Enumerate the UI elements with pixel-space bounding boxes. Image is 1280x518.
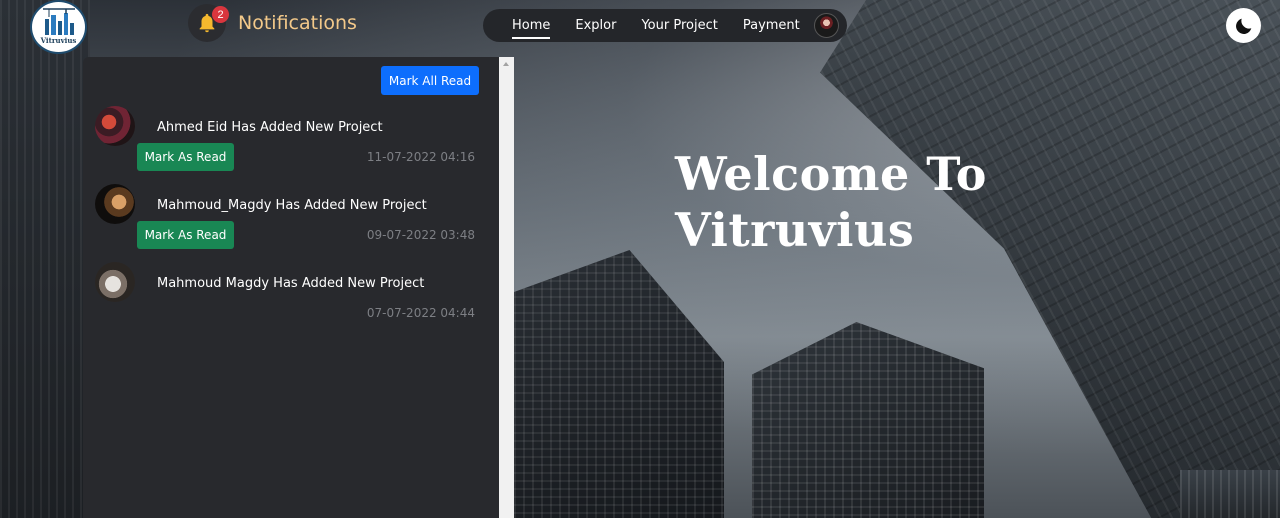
notification-text: Ahmed Eid Has Added New Project: [157, 120, 383, 135]
notifications-bell-button[interactable]: 2: [188, 4, 229, 42]
hero-line-2: Vitruvius: [675, 203, 915, 257]
avatar: [95, 106, 135, 146]
notification-date: 07-07-2022 04:44: [366, 306, 475, 320]
notifications-title: Notifications: [238, 12, 357, 34]
notification-text: Mahmoud Magdy Has Added New Project: [157, 276, 425, 291]
dark-mode-toggle[interactable]: [1226, 8, 1261, 43]
nav-home[interactable]: Home: [512, 16, 551, 39]
building-left: [0, 0, 90, 518]
mark-as-read-button[interactable]: Mark As Read: [137, 221, 234, 249]
user-avatar[interactable]: [813, 13, 839, 38]
nav-payment[interactable]: Payment: [743, 16, 800, 36]
nav-your-project[interactable]: Your Project: [641, 16, 717, 36]
notification-count-badge: 2: [212, 6, 229, 23]
notification-item[interactable]: Mahmoud Magdy Has Added New Project 07-0…: [95, 262, 485, 334]
main-navigation: Home Explor Your Project Payment: [483, 9, 847, 42]
hero-line-1: Welcome To: [675, 147, 987, 201]
notifications-panel: Mark All Read Ahmed Eid Has Added New Pr…: [83, 57, 514, 518]
notifications-header: 2 Notifications: [188, 4, 357, 42]
hero-heading: Welcome To Vitruvius: [675, 146, 987, 258]
mark-as-read-button[interactable]: Mark As Read: [137, 143, 234, 171]
notification-item[interactable]: Ahmed Eid Has Added New Project Mark As …: [95, 106, 485, 178]
logo-text: Vitruvius: [40, 36, 77, 45]
site-logo[interactable]: Vitruvius: [30, 0, 87, 54]
moon-icon: [1235, 18, 1251, 34]
mark-all-read-button[interactable]: Mark All Read: [381, 66, 479, 95]
notification-item[interactable]: Mahmoud_Magdy Has Added New Project Mark…: [95, 184, 485, 256]
scroll-up-arrow-icon[interactable]: [503, 62, 509, 66]
crane-logo-icon: [42, 8, 75, 35]
building-center-left: [514, 250, 724, 518]
building-center: [752, 322, 984, 518]
notification-date: 11-07-2022 04:16: [366, 150, 475, 164]
panel-scrollbar[interactable]: [499, 57, 514, 518]
nav-explore[interactable]: Explor: [575, 16, 616, 36]
building-bottom-right: [1180, 470, 1280, 518]
avatar: [95, 184, 135, 224]
notification-text: Mahmoud_Magdy Has Added New Project: [157, 198, 427, 213]
notification-date: 09-07-2022 03:48: [366, 228, 475, 242]
avatar: [95, 262, 135, 302]
